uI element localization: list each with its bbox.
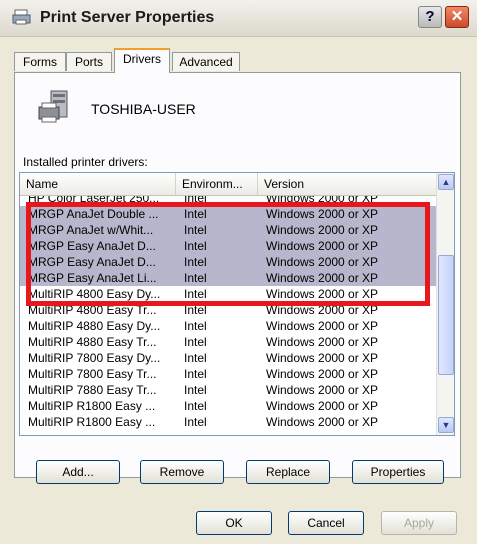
- driver-version: Windows 2000 or XP: [266, 223, 379, 237]
- driver-name: HP Color LaserJet 250...: [28, 196, 160, 205]
- scroll-up-arrow-icon[interactable]: ▲: [438, 174, 454, 190]
- driver-version: Windows 2000 or XP: [266, 303, 379, 317]
- column-header-environment[interactable]: Environm...: [176, 173, 258, 195]
- driver-name: MultiRIP 7800 Easy Dy...: [28, 351, 161, 365]
- driver-name: MRGP AnaJet Double ...: [28, 207, 159, 221]
- driver-version: Windows 2000 or XP: [266, 271, 379, 285]
- driver-environment: Intel: [184, 303, 207, 317]
- driver-version: Windows 2000 or XP: [266, 255, 379, 269]
- driver-environment: Intel: [184, 223, 207, 237]
- print-server-properties-window: Print Server Properties ? ✕ Forms Ports …: [0, 0, 477, 544]
- driver-name: MRGP AnaJet w/Whit...: [28, 223, 154, 237]
- driver-version: Windows 2000 or XP: [266, 415, 379, 429]
- table-row[interactable]: MultiRIP 4800 Easy Dy... Intel Windows 200…: [20, 286, 436, 302]
- driver-version: Windows 2000 or XP: [266, 335, 379, 349]
- tab-ports[interactable]: Ports: [66, 52, 112, 71]
- driver-environment: Intel: [184, 351, 207, 365]
- cancel-button[interactable]: Cancel: [288, 511, 364, 535]
- replace-driver-button[interactable]: Replace: [246, 460, 330, 484]
- table-row[interactable]: MultiRIP 7800 Easy Tr... Intel Windows 200…: [20, 366, 436, 382]
- driver-name: MultiRIP 4800 Easy Tr...: [28, 303, 157, 317]
- table-row[interactable]: MRGP AnaJet Double ... Intel Windows 2000 …: [20, 206, 436, 222]
- column-header-version[interactable]: Version: [258, 173, 436, 195]
- table-row[interactable]: MultiRIP R1800 Easy ... Intel Windows 2000…: [20, 414, 436, 430]
- printer-server-icon: [12, 9, 31, 25]
- driver-version: Windows 2000 or XP: [266, 399, 379, 413]
- table-row[interactable]: MultiRIP 4880 Easy Tr... Intel Windows 200…: [20, 334, 436, 350]
- tab-advanced[interactable]: Advanced: [172, 52, 240, 71]
- list-body: HP Color LaserJet 250... Intel Windows 200…: [20, 196, 436, 435]
- installed-drivers-label: Installed printer drivers:: [23, 155, 148, 169]
- driver-name: MRGP Easy AnaJet D...: [28, 255, 156, 269]
- table-row[interactable]: MultiRIP 7880 Easy Tr... Intel Windows 200…: [20, 382, 436, 398]
- driver-version: Windows 2000 or XP: [266, 383, 379, 397]
- driver-environment: Intel: [184, 367, 207, 381]
- list-scrollbar[interactable]: ▲ ▼: [436, 173, 454, 435]
- driver-environment: Intel: [184, 255, 207, 269]
- add-driver-button[interactable]: Add...: [36, 460, 120, 484]
- window-title: Print Server Properties: [40, 9, 215, 26]
- driver-environment: Intel: [184, 271, 207, 285]
- driver-name: MultiRIP R1800 Easy ...: [28, 399, 156, 413]
- driver-environment: Intel: [184, 287, 207, 301]
- driver-environment: Intel: [184, 335, 207, 349]
- driver-version: Windows 2000 or XP: [266, 239, 379, 253]
- server-name: TOSHIBA-USER: [91, 101, 196, 117]
- table-row[interactable]: MultiRIP R1800 Easy ... Intel Windows 2000…: [20, 398, 436, 414]
- driver-name: MultiRIP 4880 Easy Tr...: [28, 335, 157, 349]
- list-header: Name Environm... Version: [20, 173, 436, 196]
- table-row[interactable]: HP Color LaserJet 250... Intel Windows 200…: [20, 196, 436, 206]
- table-row[interactable]: MultiRIP 7800 Easy Dy... Intel Windows 200…: [20, 350, 436, 366]
- driver-name: MultiRIP 4800 Easy Dy...: [28, 287, 161, 301]
- table-row[interactable]: MRGP Easy AnaJet D... Intel Windows 2000 o…: [20, 254, 436, 270]
- driver-version: Windows 2000 or XP: [266, 207, 379, 221]
- installed-drivers-list[interactable]: Name Environm... Version HP Color LaserJ…: [19, 172, 455, 436]
- properties-button[interactable]: Properties: [352, 460, 444, 484]
- title-bar[interactable]: Print Server Properties ? ✕: [0, 0, 477, 37]
- driver-version: Windows 2000 or XP: [266, 319, 379, 333]
- driver-version: Windows 2000 or XP: [266, 287, 379, 301]
- driver-environment: Intel: [184, 239, 207, 253]
- driver-version: Windows 2000 or XP: [266, 367, 379, 381]
- driver-version: Windows 2000 or XP: [266, 351, 379, 365]
- table-row[interactable]: MRGP Easy AnaJet Li... Intel Windows 2000 …: [20, 270, 436, 286]
- driver-name: MRGP Easy AnaJet Li...: [28, 271, 157, 285]
- driver-environment: Intel: [184, 196, 207, 205]
- driver-name: MRGP Easy AnaJet D...: [28, 239, 156, 253]
- tab-forms[interactable]: Forms: [14, 52, 66, 71]
- close-button[interactable]: ✕: [445, 6, 469, 28]
- remove-driver-button[interactable]: Remove: [140, 460, 224, 484]
- scroll-down-arrow-icon[interactable]: ▼: [438, 417, 454, 433]
- driver-environment: Intel: [184, 399, 207, 413]
- driver-version: Windows 2000 or XP: [266, 196, 379, 205]
- driver-environment: Intel: [184, 383, 207, 397]
- driver-environment: Intel: [184, 207, 207, 221]
- tab-drivers[interactable]: Drivers: [114, 48, 170, 73]
- ok-button[interactable]: OK: [196, 511, 272, 535]
- driver-name: MultiRIP 4880 Easy Dy...: [28, 319, 161, 333]
- table-row[interactable]: MultiRIP 4800 Easy Tr... Intel Windows 200…: [20, 302, 436, 318]
- driver-name: MultiRIP R1800 Easy ...: [28, 415, 156, 429]
- driver-name: MultiRIP 7800 Easy Tr...: [28, 367, 157, 381]
- table-row[interactable]: MRGP Easy AnaJet D... Intel Windows 2000 o…: [20, 238, 436, 254]
- driver-environment: Intel: [184, 415, 207, 429]
- help-button[interactable]: ?: [418, 6, 442, 28]
- apply-button[interactable]: Apply: [381, 511, 457, 535]
- table-row[interactable]: MRGP AnaJet w/Whit... Intel Windows 2000 o…: [20, 222, 436, 238]
- table-row[interactable]: MultiRIP 4880 Easy Dy... Intel Windows 200…: [20, 318, 436, 334]
- driver-environment: Intel: [184, 319, 207, 333]
- driver-name: MultiRIP 7880 Easy Tr...: [28, 383, 157, 397]
- scrollbar-thumb[interactable]: [438, 255, 454, 375]
- column-header-name[interactable]: Name: [20, 173, 176, 195]
- server-printer-icon: [38, 90, 68, 123]
